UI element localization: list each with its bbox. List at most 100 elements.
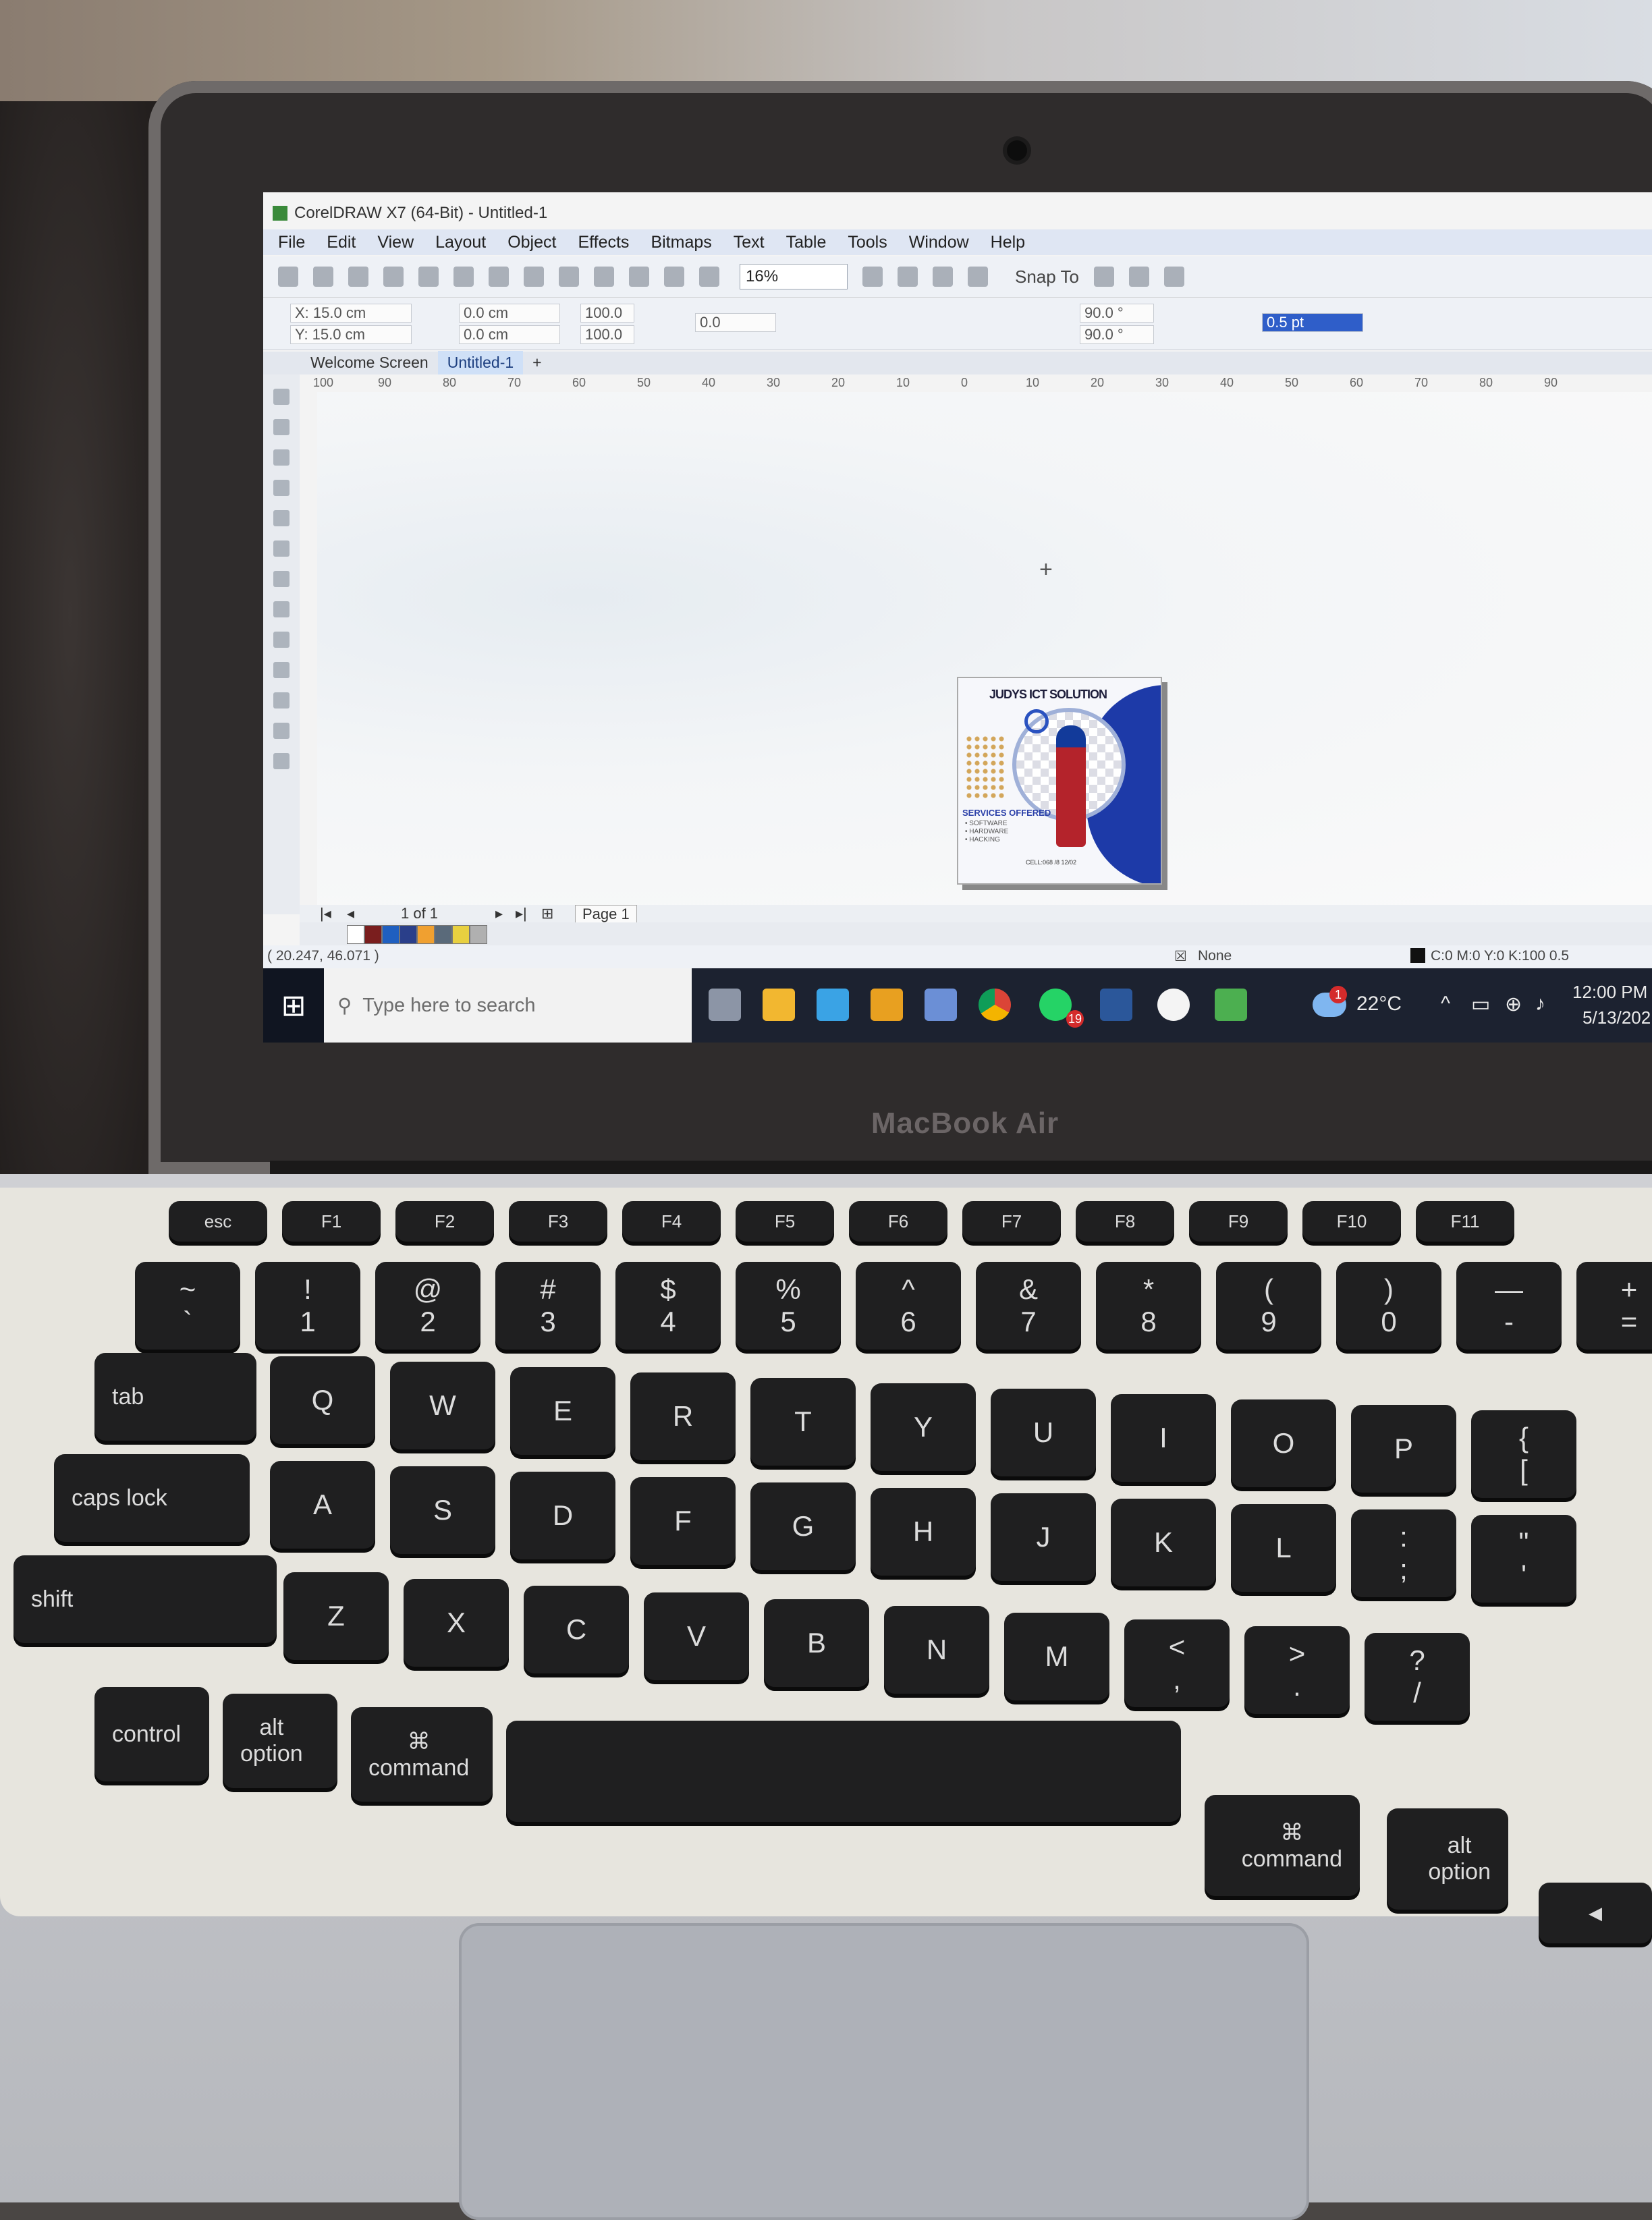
number-key[interactable]: $ 4	[615, 1262, 721, 1350]
function-key[interactable]: F7	[962, 1201, 1061, 1242]
caps-lock-key[interactable]: caps lock	[54, 1454, 250, 1542]
print-icon[interactable]	[383, 267, 404, 287]
full-screen-icon[interactable]	[862, 267, 883, 287]
outline-width-select[interactable]: 0.5 pt	[1262, 313, 1363, 332]
letter-key[interactable]: H	[871, 1488, 976, 1576]
letter-key[interactable]: S	[390, 1466, 495, 1554]
menu-window[interactable]: Window	[909, 233, 969, 252]
artistic-media-icon[interactable]	[273, 540, 290, 557]
option-left-key[interactable]: alt option	[223, 1694, 337, 1788]
height-field[interactable]: 0.0 cm	[459, 325, 560, 344]
number-key[interactable]: & 7	[976, 1262, 1081, 1350]
number-key[interactable]: * 8	[1096, 1262, 1201, 1350]
cut-icon[interactable]	[418, 267, 439, 287]
palette-swatch[interactable]	[347, 925, 364, 944]
scale-y-field[interactable]: 100.0	[580, 325, 634, 344]
add-tab-icon[interactable]: +	[523, 351, 551, 374]
menu-object[interactable]: Object	[507, 233, 556, 252]
menu-layout[interactable]: Layout	[435, 233, 486, 252]
letter-key[interactable]: I	[1111, 1394, 1216, 1482]
pick-tool-icon[interactable]	[273, 389, 290, 405]
scale-x-field[interactable]: 100.0	[580, 304, 634, 323]
task-view-icon[interactable]	[709, 989, 741, 1021]
letter-key[interactable]: W	[390, 1362, 495, 1449]
letter-key[interactable]: N	[884, 1606, 989, 1694]
connector-tool-icon[interactable]	[273, 692, 290, 709]
github-icon[interactable]	[1157, 989, 1190, 1021]
redo-icon[interactable]	[559, 267, 579, 287]
number-key[interactable]: % 5	[736, 1262, 841, 1350]
letter-key[interactable]: P	[1351, 1405, 1456, 1493]
function-key[interactable]: F6	[849, 1201, 947, 1242]
function-key[interactable]: F3	[509, 1201, 607, 1242]
letter-key[interactable]: { [	[1471, 1410, 1576, 1498]
poster-artwork[interactable]: JUDYS ICT SOLUTION SERVICES OFFERED • SO…	[957, 677, 1162, 885]
letter-key[interactable]: R	[630, 1372, 736, 1460]
palette-swatch[interactable]	[417, 925, 435, 944]
text-tool-icon[interactable]	[273, 662, 290, 678]
menu-effects[interactable]: Effects	[578, 233, 629, 252]
freehand-tool-icon[interactable]	[273, 510, 290, 526]
palette-swatch[interactable]	[364, 925, 382, 944]
coreldraw-taskbar-icon[interactable]	[1215, 989, 1247, 1021]
chrome-icon[interactable]	[979, 989, 1011, 1021]
options-icon[interactable]	[1128, 267, 1149, 287]
tab-untitled-1[interactable]: Untitled-1	[437, 351, 524, 374]
new-document-icon[interactable]	[278, 267, 298, 287]
letter-key[interactable]: G	[750, 1482, 856, 1570]
folder-icon[interactable]	[871, 989, 903, 1021]
menu-help[interactable]: Help	[991, 233, 1025, 252]
function-key[interactable]: F2	[395, 1201, 494, 1242]
number-key[interactable]: ) 0	[1336, 1262, 1441, 1350]
ellipse-tool-icon[interactable]	[273, 601, 290, 617]
function-key[interactable]: F8	[1076, 1201, 1174, 1242]
palette-swatch[interactable]	[382, 925, 400, 944]
command-left-key[interactable]: ⌘ command	[351, 1707, 493, 1802]
windows-start-icon[interactable]: ⊞	[263, 968, 324, 1043]
menu-table[interactable]: Table	[786, 233, 827, 252]
snap-icon[interactable]	[968, 267, 988, 287]
menu-view[interactable]: View	[377, 233, 414, 252]
letter-key[interactable]: J	[991, 1493, 1096, 1581]
control-key[interactable]: control	[94, 1687, 209, 1781]
rotation-field[interactable]: 0.0	[695, 313, 776, 332]
number-key[interactable]: ~ `	[135, 1262, 240, 1350]
option-right-key[interactable]: alt option	[1387, 1808, 1508, 1910]
next-page-icon[interactable]: ▸	[495, 905, 503, 922]
menu-tools[interactable]: Tools	[848, 233, 887, 252]
menu-text[interactable]: Text	[734, 233, 765, 252]
snap-to-dropdown[interactable]: Snap To	[1015, 267, 1079, 287]
letter-key[interactable]: B	[764, 1599, 869, 1687]
function-key[interactable]: esc	[169, 1201, 267, 1242]
this-pc-icon[interactable]	[817, 989, 849, 1021]
trackpad[interactable]	[459, 1923, 1309, 2220]
first-page-icon[interactable]: |◂	[320, 905, 331, 922]
end-angle-field[interactable]: 90.0 °	[1080, 325, 1154, 344]
show-hidden-icons[interactable]: ^	[1441, 993, 1450, 1016]
number-key[interactable]: @ 2	[375, 1262, 480, 1350]
search-content-icon[interactable]	[594, 267, 614, 287]
letter-key[interactable]: ? /	[1365, 1633, 1470, 1721]
weather-temp[interactable]: 22°C	[1356, 993, 1402, 1016]
letter-key[interactable]: D	[510, 1472, 615, 1559]
clock-time[interactable]: 12:00 PM	[1572, 982, 1647, 1003]
letter-key[interactable]: : ;	[1351, 1509, 1456, 1597]
palette-swatch[interactable]	[400, 925, 417, 944]
letter-key[interactable]: M	[1004, 1613, 1109, 1700]
file-explorer-icon[interactable]	[763, 989, 795, 1021]
letter-key[interactable]: L	[1231, 1504, 1336, 1592]
word-icon[interactable]	[1100, 989, 1132, 1021]
taskbar-search[interactable]: ⚲ Type here to search	[324, 968, 692, 1043]
crop-tool-icon[interactable]	[273, 449, 290, 466]
network-icon[interactable]: ⊕	[1505, 993, 1522, 1016]
function-key[interactable]: F4	[622, 1201, 721, 1242]
view-mode-icon[interactable]	[933, 267, 953, 287]
rectangle-tool-icon[interactable]	[273, 571, 290, 587]
tab-welcome-screen[interactable]: Welcome Screen	[301, 351, 438, 374]
tab-key[interactable]: tab	[94, 1353, 256, 1441]
import-icon[interactable]	[629, 267, 649, 287]
letter-key[interactable]: Z	[283, 1572, 389, 1660]
letter-key[interactable]: O	[1231, 1399, 1336, 1487]
menu-edit[interactable]: Edit	[327, 233, 356, 252]
palette-swatch[interactable]	[470, 925, 487, 944]
